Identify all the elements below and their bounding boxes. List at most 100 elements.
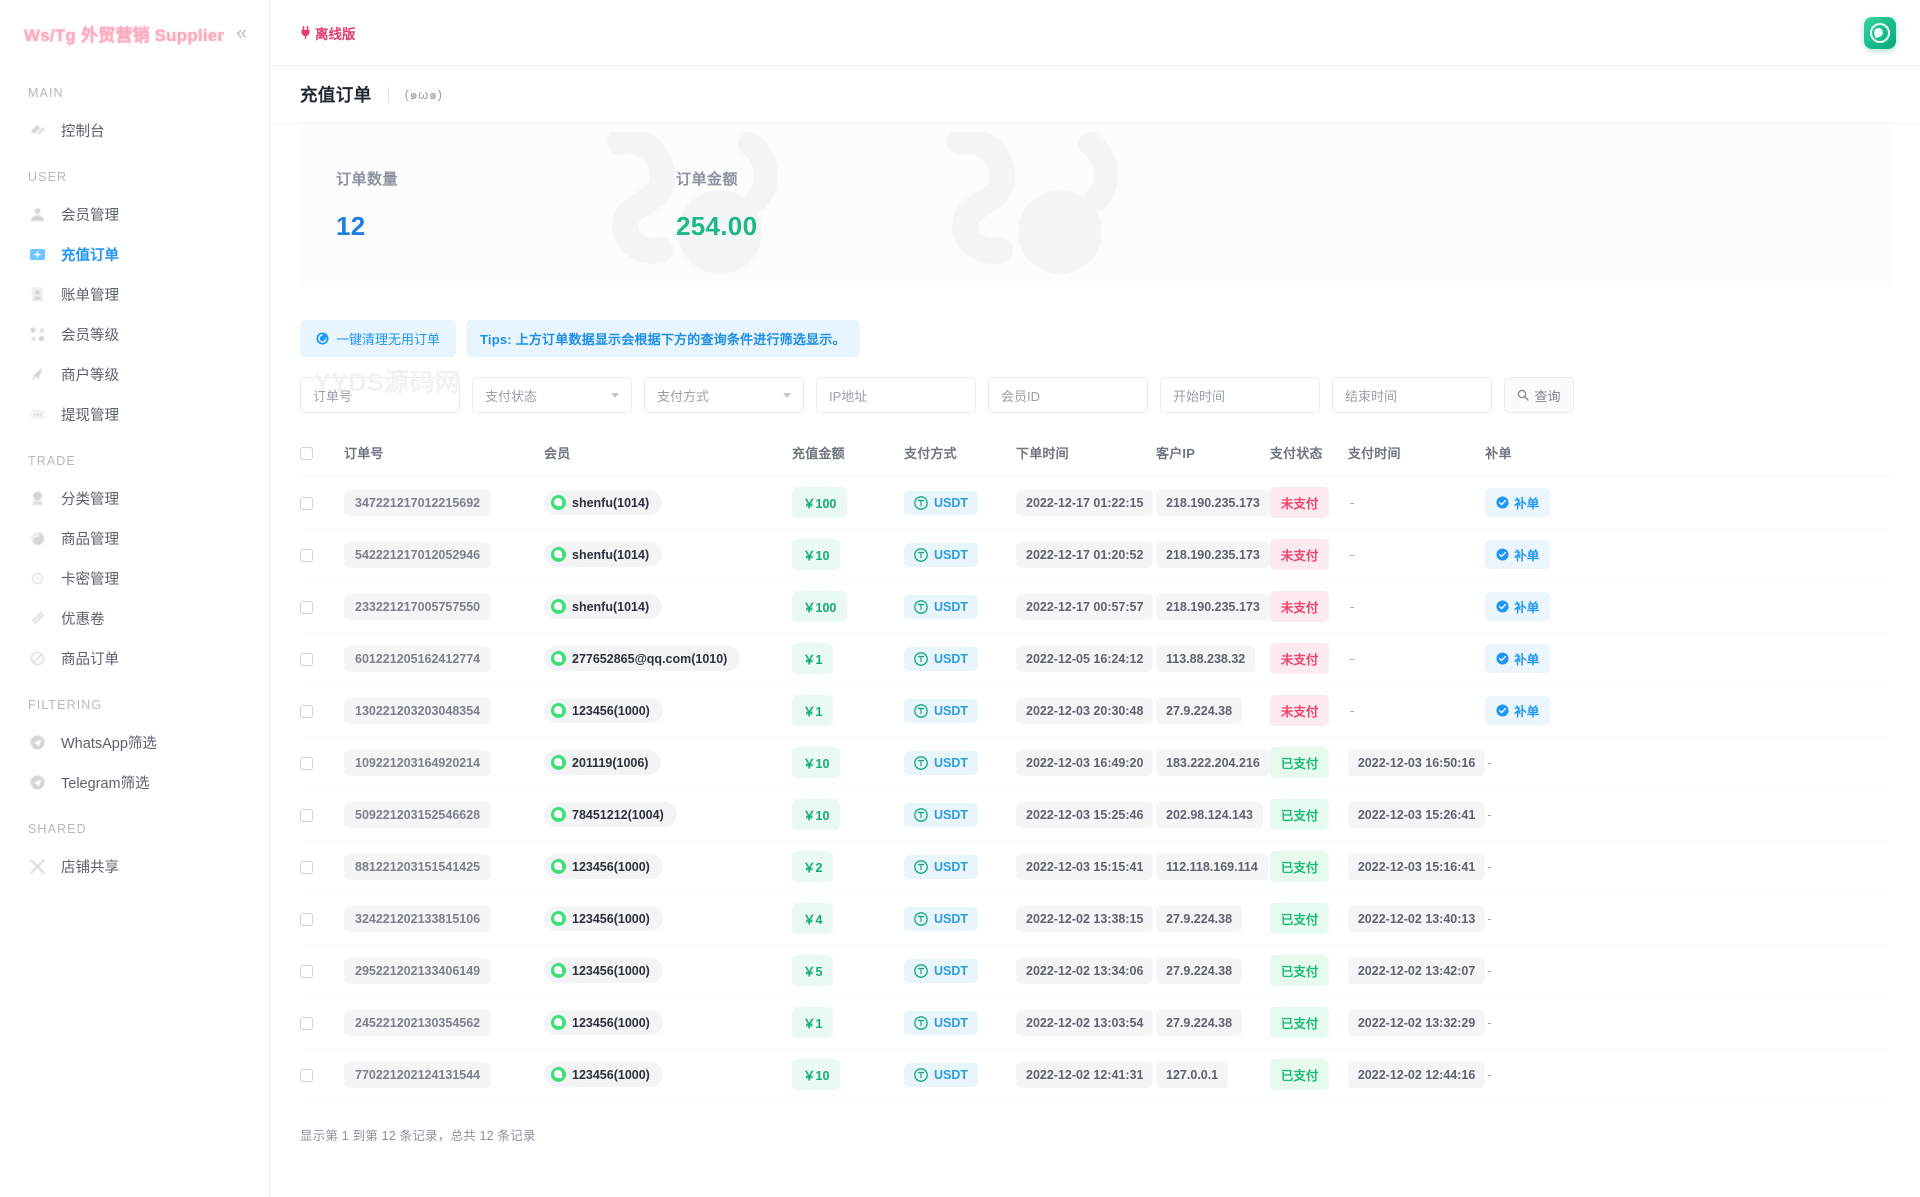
member-chip: 123456(1000) bbox=[544, 698, 663, 723]
pay-status-select[interactable]: 支付状态 bbox=[472, 377, 632, 413]
member-chip: 123456(1000) bbox=[544, 906, 663, 931]
clean-unused-orders-button[interactable]: 一键清理无用订单 bbox=[300, 320, 457, 357]
sidebar-item-coupon[interactable]: 优惠卷 bbox=[0, 598, 269, 638]
cell-pay-status: 未支付 bbox=[1269, 529, 1348, 581]
th-order-no: 订单号 bbox=[344, 431, 544, 477]
status-badge: 未支付 bbox=[1269, 539, 1330, 570]
supplement-empty: - bbox=[1487, 911, 1492, 926]
orders-table: 订单号 会员 充值金额 支付方式 下单时间 客户IP 支付状态 支付时间 补单 … bbox=[300, 431, 1890, 1101]
sidebar-section-label: SHARED bbox=[28, 822, 87, 836]
sidebar-item-card[interactable]: 卡密管理 bbox=[0, 558, 269, 598]
row-checkbox[interactable] bbox=[300, 1016, 313, 1030]
pay-method-chip: USDT bbox=[904, 1062, 979, 1087]
supplement-order-button[interactable]: 补单 bbox=[1485, 488, 1551, 517]
avatar[interactable] bbox=[1864, 16, 1896, 49]
pay-method-label: USDT bbox=[934, 1067, 969, 1082]
amount-value: ￥2 bbox=[792, 851, 834, 882]
member-name: 201119(1006) bbox=[572, 755, 649, 770]
cell-pay-status: 未支付 bbox=[1269, 685, 1348, 737]
cell-member: 123456(1000) bbox=[544, 945, 792, 997]
order-time-value: 2022-12-02 13:34:06 bbox=[1016, 957, 1154, 984]
row-checkbox[interactable] bbox=[300, 1068, 313, 1082]
pay-time-value: 2022-12-03 15:26:41 bbox=[1347, 801, 1486, 828]
category-icon bbox=[28, 489, 47, 508]
pay-time-value: 2022-12-03 16:50:16 bbox=[1347, 749, 1486, 776]
sidebar-item-merchant[interactable]: 商户等级 bbox=[0, 354, 269, 394]
ip-input[interactable]: IP地址 bbox=[816, 377, 976, 413]
order-no-placeholder: 订单号 bbox=[313, 388, 353, 404]
member-id-input[interactable]: 会员ID bbox=[988, 377, 1148, 413]
sidebar-item-share[interactable]: 店铺共享 bbox=[0, 846, 269, 886]
row-checkbox[interactable] bbox=[300, 652, 313, 666]
card-icon bbox=[28, 569, 47, 588]
order-no-input[interactable]: 订单号 bbox=[300, 377, 460, 413]
cell-pay-time: 2022-12-03 16:50:16 bbox=[1347, 737, 1486, 789]
order-time-value: 2022-12-05 16:24:12 bbox=[1016, 645, 1154, 672]
supplement-order-button[interactable]: 补单 bbox=[1485, 592, 1551, 621]
supplement-order-label: 补单 bbox=[1514, 601, 1540, 615]
row-checkbox[interactable] bbox=[300, 860, 313, 874]
row-checkbox[interactable] bbox=[300, 548, 313, 562]
pay-method-label: USDT bbox=[934, 859, 969, 874]
end-time-input[interactable]: 结束时间 bbox=[1332, 377, 1492, 413]
amount-value: ￥1 bbox=[792, 695, 834, 726]
tips-banner: Tips: 上方订单数据显示会根据下方的查询条件进行筛选显示。 bbox=[466, 320, 860, 357]
row-checkbox[interactable] bbox=[300, 756, 313, 770]
cell-supplement: 补单 bbox=[1485, 529, 1890, 581]
cell-pay-status: 已支付 bbox=[1269, 737, 1348, 789]
supplement-empty: - bbox=[1487, 1015, 1492, 1030]
sidebar-item-category[interactable]: 分类管理 bbox=[0, 478, 269, 518]
sidebar-item-product[interactable]: 商品管理 bbox=[0, 518, 269, 558]
cell-pay-time: 2022-12-03 15:26:41 bbox=[1347, 789, 1486, 841]
order-time-value: 2022-12-03 16:49:20 bbox=[1016, 749, 1154, 776]
sidebar-item-dashboard[interactable]: 控制台 bbox=[0, 110, 269, 150]
cell-pay-method: USDT bbox=[904, 529, 1016, 581]
status-badge: 已支付 bbox=[1269, 1059, 1330, 1090]
sidebar-item-user[interactable]: 会员管理 bbox=[0, 194, 269, 234]
sidebar-item-withdraw[interactable]: 提现管理 bbox=[0, 394, 269, 434]
order-no-value: 233221217005757550 bbox=[344, 593, 492, 620]
cell-pay-time: - bbox=[1348, 581, 1485, 633]
status-badge: 未支付 bbox=[1269, 695, 1330, 726]
member-name: 123456(1000) bbox=[572, 911, 650, 926]
sidebar-item-telegram[interactable]: WhatsApp筛选 bbox=[0, 722, 269, 762]
row-checkbox[interactable] bbox=[300, 496, 313, 510]
sidebar-item-label: 店铺共享 bbox=[61, 859, 119, 876]
client-ip-value: 27.9.224.38 bbox=[1156, 905, 1243, 932]
start-time-input[interactable]: 开始时间 bbox=[1160, 377, 1320, 413]
supplement-order-button[interactable]: 补单 bbox=[1485, 540, 1551, 569]
pay-method-chip: USDT bbox=[904, 698, 979, 723]
sidebar-item-order[interactable]: 商品订单 bbox=[0, 638, 269, 678]
supplement-order-button[interactable]: 补单 bbox=[1485, 696, 1551, 725]
row-checkbox[interactable] bbox=[300, 912, 313, 926]
order-no-value: 245221202130354562 bbox=[344, 1009, 492, 1036]
cell-order-time: 2022-12-02 13:34:06 bbox=[1016, 945, 1156, 997]
row-checkbox[interactable] bbox=[300, 808, 313, 822]
row-checkbox[interactable] bbox=[300, 704, 313, 718]
search-button[interactable]: 查询 bbox=[1504, 377, 1574, 413]
order-no-value: 324221202133815106 bbox=[344, 905, 492, 932]
amount-value: ￥5 bbox=[792, 955, 834, 986]
sidebar-item-bill[interactable]: 账单管理 bbox=[0, 274, 269, 314]
client-ip-value: 202.98.124.143 bbox=[1156, 801, 1263, 828]
whatsapp-icon bbox=[551, 651, 566, 666]
sidebar-item-recharge[interactable]: 充值订单 bbox=[0, 234, 269, 274]
row-checkbox[interactable] bbox=[300, 964, 313, 978]
cell-supplement: 补单 bbox=[1485, 581, 1890, 633]
order-time-value: 2022-12-17 00:57:57 bbox=[1016, 593, 1154, 620]
sidebar-item-telegram[interactable]: Telegram筛选 bbox=[0, 762, 269, 802]
row-checkbox[interactable] bbox=[300, 600, 313, 614]
cell-member: 201119(1006) bbox=[544, 737, 792, 789]
sidebar-item-level[interactable]: 会员等级 bbox=[0, 314, 269, 354]
pay-method-select[interactable]: 支付方式 bbox=[644, 377, 804, 413]
cell-client-ip: 27.9.224.38 bbox=[1156, 685, 1270, 737]
supplement-order-button[interactable]: 补单 bbox=[1485, 644, 1551, 673]
table-row: 601221205162412774 277652865@qq.com(1010)… bbox=[300, 633, 1890, 685]
chevron-double-left-icon[interactable]: « bbox=[236, 24, 247, 43]
pay-time-value: 2022-12-02 13:40:13 bbox=[1347, 905, 1486, 932]
cell-member: shenfu(1014) bbox=[544, 477, 792, 529]
member-name: 123456(1000) bbox=[572, 963, 650, 978]
status-badge: 未支付 bbox=[1269, 643, 1330, 674]
select-all-checkbox[interactable] bbox=[300, 447, 313, 461]
cell-select bbox=[300, 945, 344, 997]
